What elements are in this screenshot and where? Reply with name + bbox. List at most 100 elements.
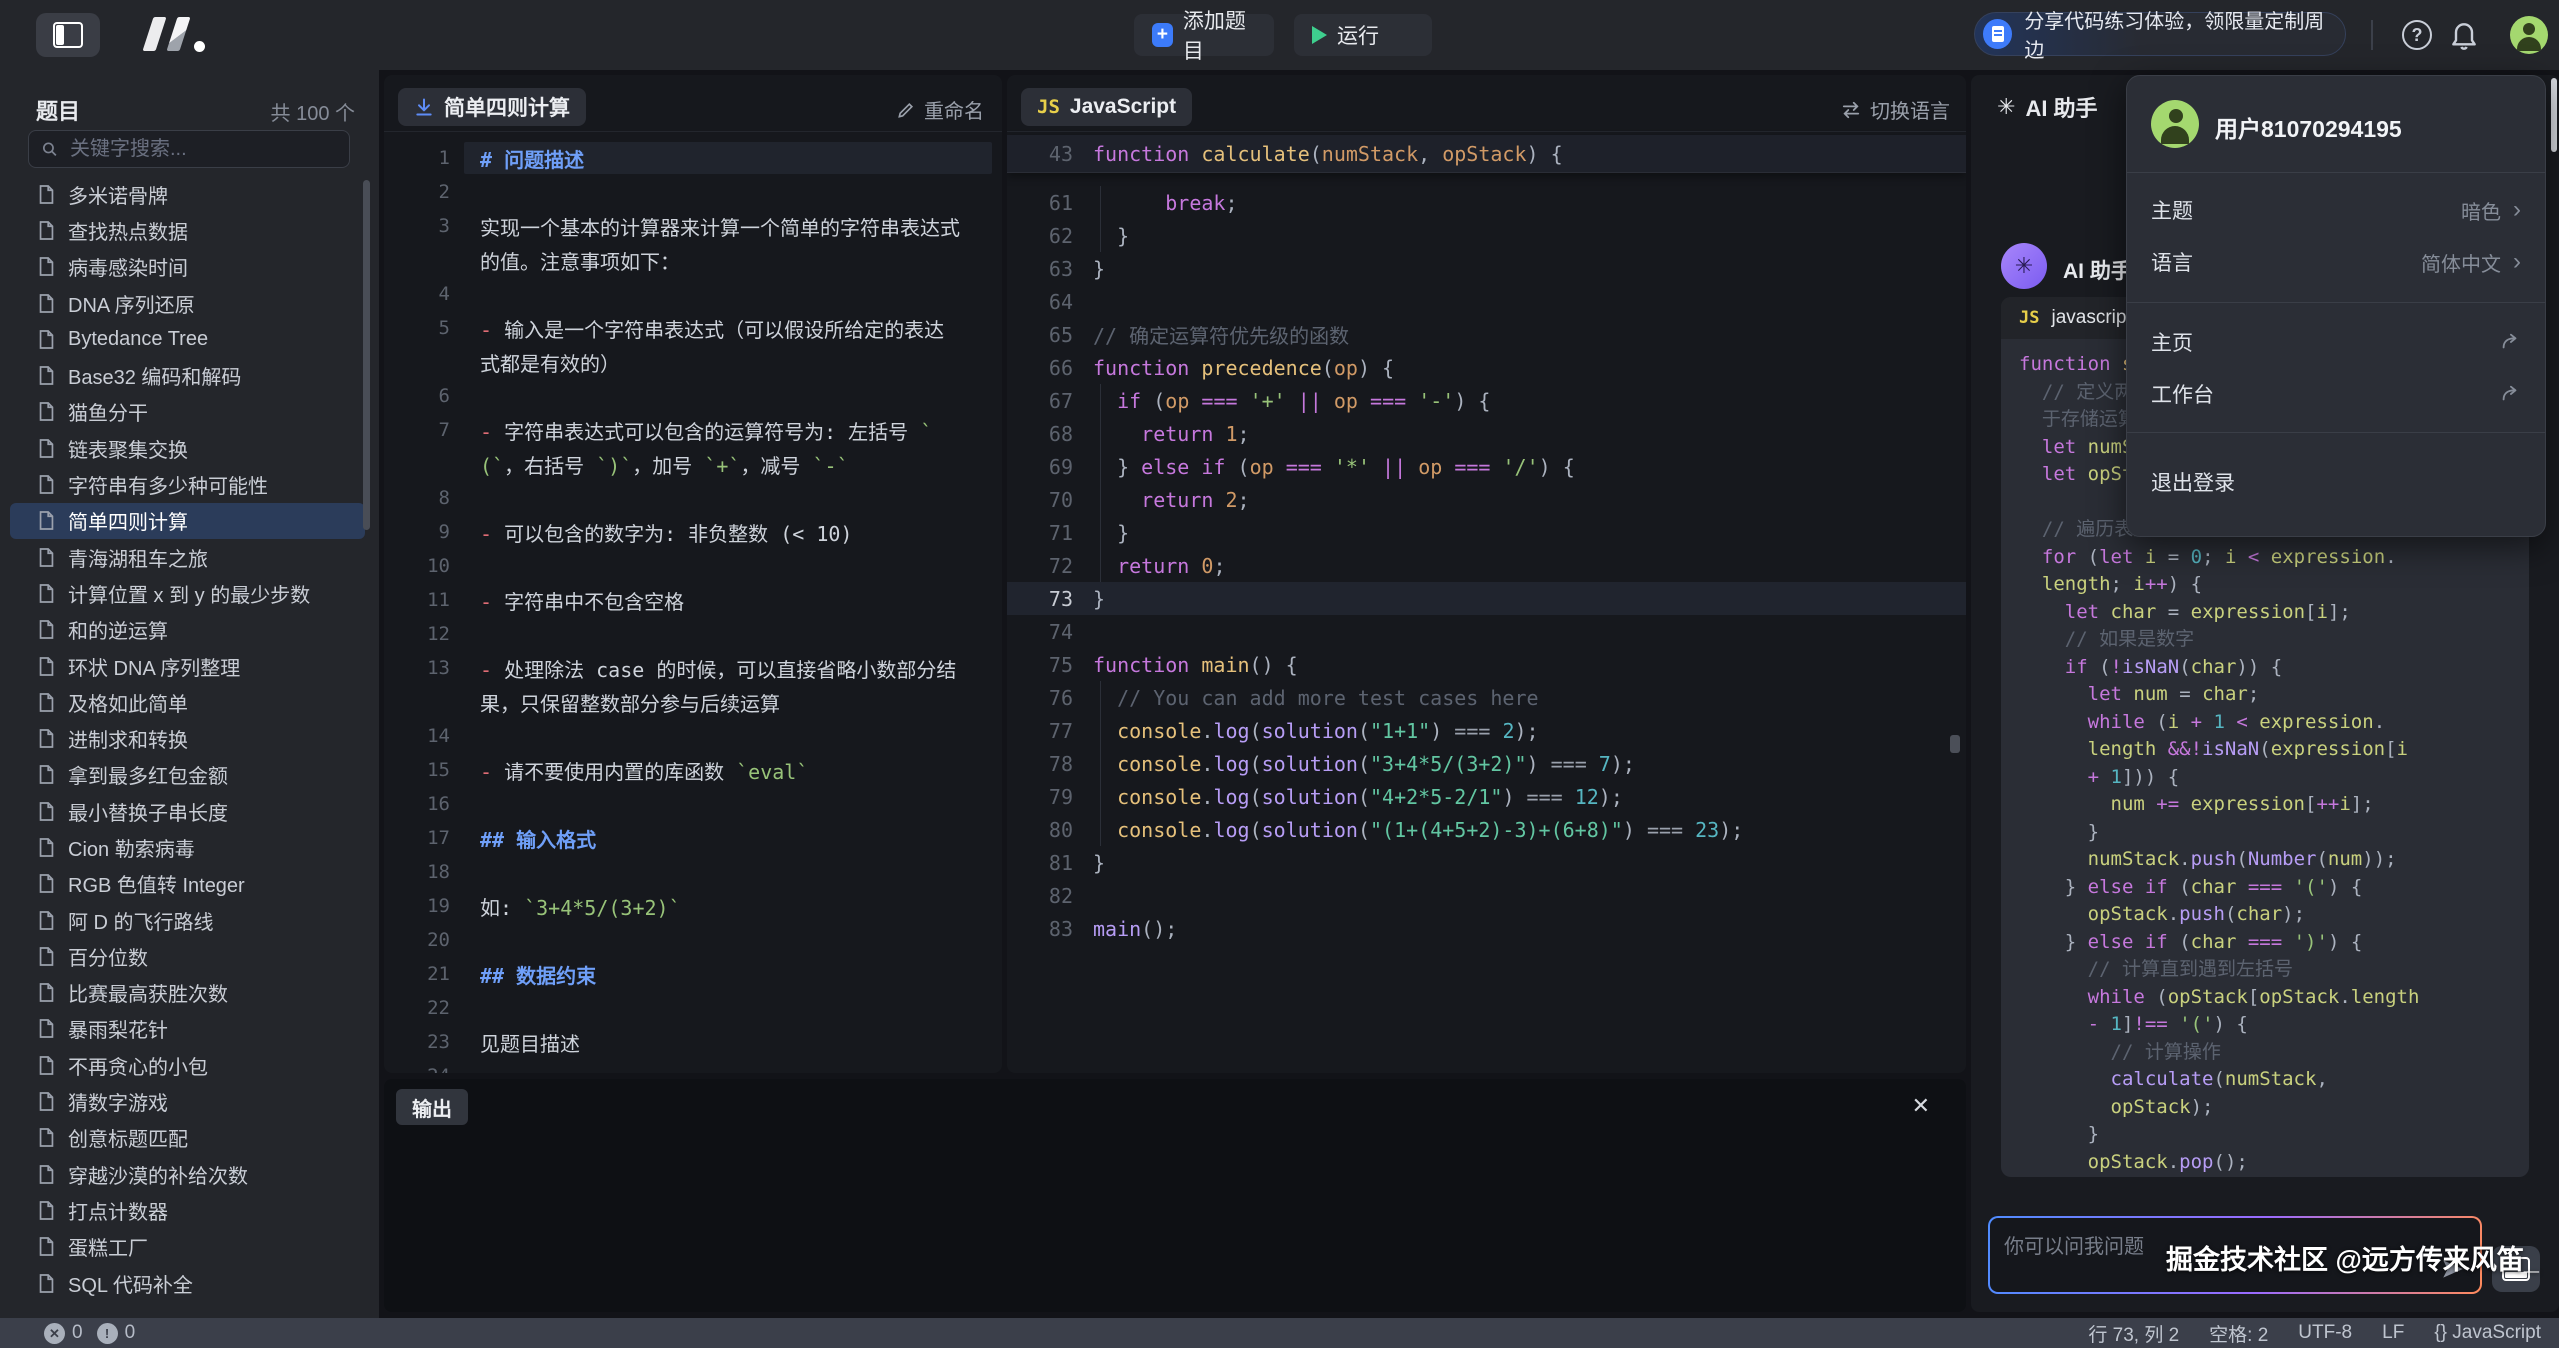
encoding[interactable]: UTF-8 xyxy=(2298,1322,2352,1344)
markdown-line[interactable]: 22 xyxy=(384,991,1002,1025)
sidebar-item[interactable]: 阿 D 的飞行路线 xyxy=(10,902,365,938)
sidebar-item[interactable]: 创意标题匹配 xyxy=(10,1120,365,1156)
code-line[interactable]: 62 } xyxy=(1007,219,1966,252)
code-line[interactable]: 71 } xyxy=(1007,516,1966,549)
markdown-line[interactable]: 23见题目描述 xyxy=(384,1025,1002,1059)
markdown-line[interactable]: 18 xyxy=(384,855,1002,889)
promo-banner[interactable]: 分享代码练习体验，领限量定制周边 xyxy=(1974,12,2346,56)
sidebar-item[interactable]: Bytedance Tree xyxy=(10,321,365,357)
sidebar-item[interactable]: 猜数字游戏 xyxy=(10,1083,365,1119)
add-problem-button[interactable]: + 添加题目 xyxy=(1134,14,1274,56)
markdown-line[interactable]: 11- 字符串中不包含空格 xyxy=(384,583,1002,617)
code-line[interactable]: 66function precedence(op) { xyxy=(1007,351,1966,384)
code-line[interactable]: 69 } else if (op === '*' || op === '/') … xyxy=(1007,450,1966,483)
sidebar-item[interactable]: Cion 勒索病毒 xyxy=(10,829,365,865)
markdown-line[interactable]: 15- 请不要使用内置的库函数 `eval` xyxy=(384,753,1002,787)
language-tab[interactable]: JS JavaScript xyxy=(1021,88,1192,126)
warning-count-icon[interactable]: ! xyxy=(97,1323,118,1344)
sidebar-item[interactable]: Base32 编码和解码 xyxy=(10,357,365,393)
error-count-icon[interactable]: ✕ xyxy=(44,1323,65,1344)
indentation[interactable]: 空格: 2 xyxy=(2209,1320,2268,1347)
markdown-line[interactable]: 果，只保留整数部分参与后续运算 xyxy=(384,685,1002,719)
code-line[interactable]: 81} xyxy=(1007,846,1966,879)
markdown-line[interactable]: 式都是有效的） xyxy=(384,345,1002,379)
markdown-line[interactable]: 12 xyxy=(384,617,1002,651)
sidebar-item[interactable]: 打点计数器 xyxy=(10,1192,365,1228)
sidebar-item[interactable]: 穿越沙漠的补给次数 xyxy=(10,1156,365,1192)
sidebar-toggle-button[interactable] xyxy=(36,13,100,57)
code-line[interactable]: 70 return 2; xyxy=(1007,483,1966,516)
sidebar-item[interactable]: 链表聚集交换 xyxy=(10,430,365,466)
code-line[interactable]: 77 console.log(solution("1+1") === 2); xyxy=(1007,714,1966,747)
markdown-line[interactable]: 24 xyxy=(384,1059,1002,1073)
sidebar-item[interactable]: 拿到最多红包金额 xyxy=(10,757,365,793)
code-line[interactable]: 63} xyxy=(1007,252,1966,285)
ai-panel-scrollbar[interactable] xyxy=(2551,78,2557,152)
markdown-editor[interactable]: 1# 问题描述23实现一个基本的计算器来计算一个简单的字符串表达式的值。注意事项… xyxy=(384,141,1002,1073)
markdown-line[interactable]: 5- 输入是一个字符串表达式（可以假设所给定的表达 xyxy=(384,311,1002,345)
code-lines[interactable]: 61 break;62 }63}6465// 确定运算符优先级的函数66func… xyxy=(1007,186,1966,1066)
search-box[interactable] xyxy=(28,130,350,168)
sidebar-item[interactable]: 病毒感染时间 xyxy=(10,249,365,285)
current-code-line[interactable]: 73} xyxy=(1007,582,1966,615)
markdown-line[interactable]: 19如: `3+4*5/(3+2)` xyxy=(384,889,1002,923)
code-line[interactable]: 83main(); xyxy=(1007,912,1966,945)
markdown-line[interactable]: 21## 数据约束 xyxy=(384,957,1002,991)
code-line[interactable]: 61 break; xyxy=(1007,186,1966,219)
code-line[interactable]: 80 console.log(solution("(1+(4+5+2)-3)+(… xyxy=(1007,813,1966,846)
menu-item-workspace[interactable]: 工作台 xyxy=(2127,372,2545,416)
sidebar-item[interactable]: 计算位置 x 到 y 的最少步数 xyxy=(10,575,365,611)
sidebar-item[interactable]: 猫鱼分干 xyxy=(10,394,365,430)
eol-type[interactable]: LF xyxy=(2382,1322,2404,1344)
sidebar-item[interactable]: 和的逆运算 xyxy=(10,612,365,648)
markdown-line[interactable]: 8 xyxy=(384,481,1002,515)
editor-scrollbar[interactable] xyxy=(1950,735,1960,753)
markdown-line[interactable]: 9- 可以包含的数字为: 非负整数 (< 10) xyxy=(384,515,1002,549)
code-line[interactable]: 76 // You can add more test cases here xyxy=(1007,681,1966,714)
code-line[interactable]: 82 xyxy=(1007,879,1966,912)
close-icon[interactable]: ✕ xyxy=(1912,1093,1930,1119)
sidebar-item[interactable]: 简单四则计算 xyxy=(10,503,365,539)
sidebar-scrollbar[interactable] xyxy=(363,180,370,530)
markdown-line[interactable]: 10 xyxy=(384,549,1002,583)
sidebar-item[interactable]: 最小替换子串长度 xyxy=(10,793,365,829)
markdown-line[interactable]: 6 xyxy=(384,379,1002,413)
output-tab[interactable]: 输出 xyxy=(396,1089,468,1125)
problem-tab[interactable]: 简单四则计算 xyxy=(398,88,586,126)
sidebar-item[interactable]: 多米诺骨牌 xyxy=(10,176,365,212)
language-mode[interactable]: {} JavaScript xyxy=(2434,1322,2541,1344)
sidebar-item[interactable]: 不再贪心的小包 xyxy=(10,1047,365,1083)
markdown-line[interactable]: 16 xyxy=(384,787,1002,821)
code-line[interactable]: 72 return 0; xyxy=(1007,549,1966,582)
sidebar-item[interactable]: 百分位数 xyxy=(10,938,365,974)
menu-item-theme[interactable]: 主题 暗色 › xyxy=(2127,188,2545,232)
code-line[interactable]: 79 console.log(solution("4+2*5-2/1") ===… xyxy=(1007,780,1966,813)
sidebar-item[interactable]: 比赛最高获胜次数 xyxy=(10,975,365,1011)
sidebar-item[interactable]: SQL 代码补全 xyxy=(10,1265,365,1301)
markdown-line[interactable]: (`，右括号 `)`，加号 `+`，减号 `-` xyxy=(384,447,1002,481)
code-line[interactable]: 68 return 1; xyxy=(1007,417,1966,450)
menu-item-logout[interactable]: 退出登录 xyxy=(2127,460,2545,504)
sidebar-item[interactable]: RGB 色值转 Integer xyxy=(10,866,365,902)
sidebar-item[interactable]: 暴雨梨花针 xyxy=(10,1011,365,1047)
markdown-line[interactable]: 14 xyxy=(384,719,1002,753)
cursor-position[interactable]: 行 73, 列 2 xyxy=(2088,1320,2179,1347)
code-line[interactable]: 67 if (op === '+' || op === '-') { xyxy=(1007,384,1966,417)
run-button[interactable]: 运行 xyxy=(1294,14,1432,56)
user-avatar[interactable] xyxy=(2510,16,2548,54)
sidebar-item[interactable]: 进制求和转换 xyxy=(10,720,365,756)
sidebar-item[interactable]: 蛋糕工厂 xyxy=(10,1229,365,1265)
sidebar-item[interactable]: 查找热点数据 xyxy=(10,212,365,248)
help-icon[interactable]: ? xyxy=(2402,20,2432,50)
app-logo[interactable] xyxy=(148,15,232,55)
search-input[interactable] xyxy=(68,137,337,162)
sidebar-item[interactable]: 字符串有多少种可能性 xyxy=(10,466,365,502)
markdown-line[interactable]: 20 xyxy=(384,923,1002,957)
menu-item-home[interactable]: 主页 xyxy=(2127,320,2545,364)
markdown-line[interactable]: 13- 处理除法 case 的时候，可以直接省略小数部分结 xyxy=(384,651,1002,685)
sidebar-item[interactable]: 环状 DNA 序列整理 xyxy=(10,648,365,684)
code-line[interactable]: 64 xyxy=(1007,285,1966,318)
markdown-line[interactable]: 7- 字符串表达式可以包含的运算符号为: 左括号 ` xyxy=(384,413,1002,447)
code-line[interactable]: 78 console.log(solution("3+4*5/(3+2)") =… xyxy=(1007,747,1966,780)
code-line[interactable]: 74 xyxy=(1007,615,1966,648)
